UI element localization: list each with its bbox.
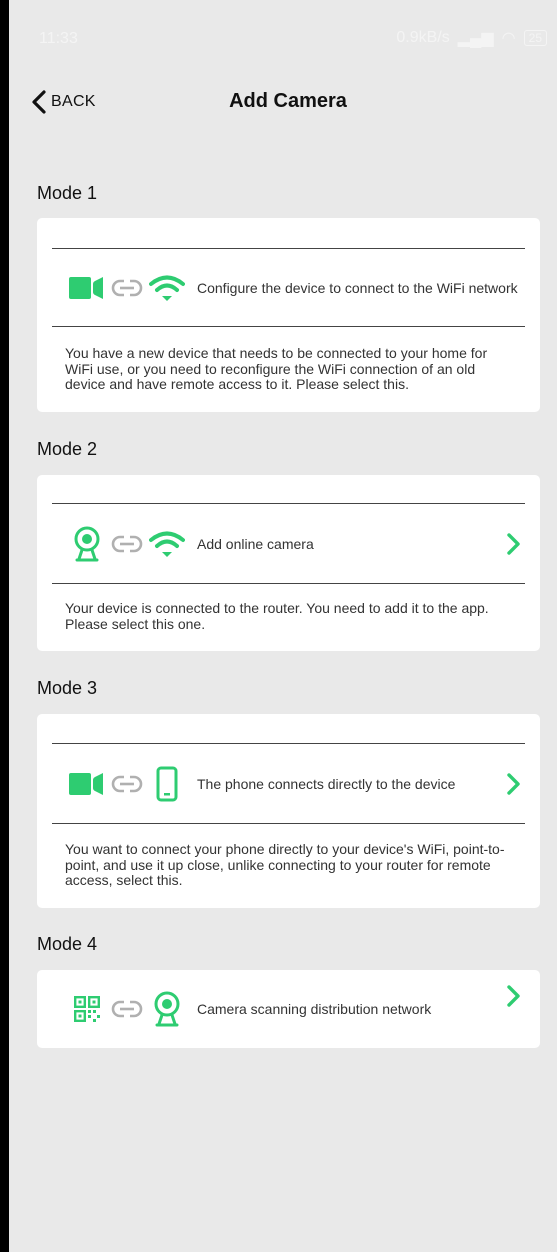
divider bbox=[52, 743, 525, 744]
link-icon bbox=[107, 764, 147, 804]
mode-2-heading: Mode 2 bbox=[37, 439, 98, 459]
mode-3-heading: Mode 3 bbox=[37, 678, 98, 698]
link-icon bbox=[107, 268, 147, 308]
link-icon bbox=[107, 524, 147, 564]
mode-2-description: Your device is connected to the router. … bbox=[65, 600, 489, 632]
webcam-icon bbox=[147, 989, 187, 1029]
divider bbox=[52, 248, 525, 249]
divider bbox=[52, 326, 525, 327]
status-icons: 0.9kB/s ▂▄▆ ◠ 25 bbox=[396, 28, 547, 48]
battery-icon: 25 bbox=[523, 30, 547, 46]
wifi-status-icon: ◠ bbox=[501, 30, 516, 47]
phone-icon bbox=[147, 764, 187, 804]
mode-1-label: Configure the device to connect to the W… bbox=[197, 279, 518, 296]
mode-3-card: The phone connects directly to the devic… bbox=[37, 714, 540, 908]
chevron-right-icon[interactable] bbox=[502, 773, 524, 795]
status-bar: 11:33 0.9kB/s ▂▄▆ ◠ 25 bbox=[9, 0, 557, 62]
mode-3-label: The phone connects directly to the devic… bbox=[197, 775, 456, 792]
link-icon bbox=[107, 989, 147, 1029]
chevron-right-icon[interactable] bbox=[502, 533, 524, 555]
wifi-icon bbox=[147, 524, 187, 564]
mode-1-card: Configure the device to connect to the W… bbox=[37, 218, 540, 412]
divider bbox=[52, 503, 525, 504]
video-camera-icon bbox=[67, 268, 107, 308]
signal-icon: ▂▄▆ bbox=[457, 30, 494, 47]
chevron-right-icon[interactable] bbox=[502, 985, 524, 1007]
video-camera-icon bbox=[67, 764, 107, 804]
webcam-icon bbox=[67, 524, 107, 564]
mode-4-label: Camera scanning distribution network bbox=[197, 1000, 432, 1017]
mode-3-description: You want to connect your phone directly … bbox=[65, 841, 505, 888]
network-speed: 0.9kB/s bbox=[396, 29, 450, 46]
screen: 11:33 0.9kB/s ▂▄▆ ◠ 25 BACK Add Camera M… bbox=[9, 0, 557, 1252]
divider bbox=[52, 583, 525, 584]
divider bbox=[52, 823, 525, 824]
page-title: Add Camera bbox=[229, 90, 347, 112]
mode-2-label: Add online camera bbox=[197, 535, 314, 552]
mode-2-card: Add online camera Your device is connect… bbox=[37, 475, 540, 651]
mode-4-card: Camera scanning distribution network bbox=[37, 970, 540, 1048]
mode-2-option[interactable]: Add online camera bbox=[67, 524, 524, 564]
mode-1-option[interactable]: Configure the device to connect to the W… bbox=[67, 268, 524, 308]
nav-bar: BACK Add Camera bbox=[9, 62, 557, 142]
mode-1-heading: Mode 1 bbox=[37, 183, 98, 203]
status-time: 11:33 bbox=[39, 30, 78, 47]
qr-code-icon bbox=[67, 989, 107, 1029]
mode-4-option[interactable]: Camera scanning distribution network bbox=[67, 985, 524, 1029]
mode-4-heading: Mode 4 bbox=[37, 934, 98, 954]
mode-3-option[interactable]: The phone connects directly to the devic… bbox=[67, 764, 524, 804]
mode-1-description: You have a new device that needs to be c… bbox=[65, 345, 488, 392]
wifi-icon bbox=[147, 268, 187, 308]
